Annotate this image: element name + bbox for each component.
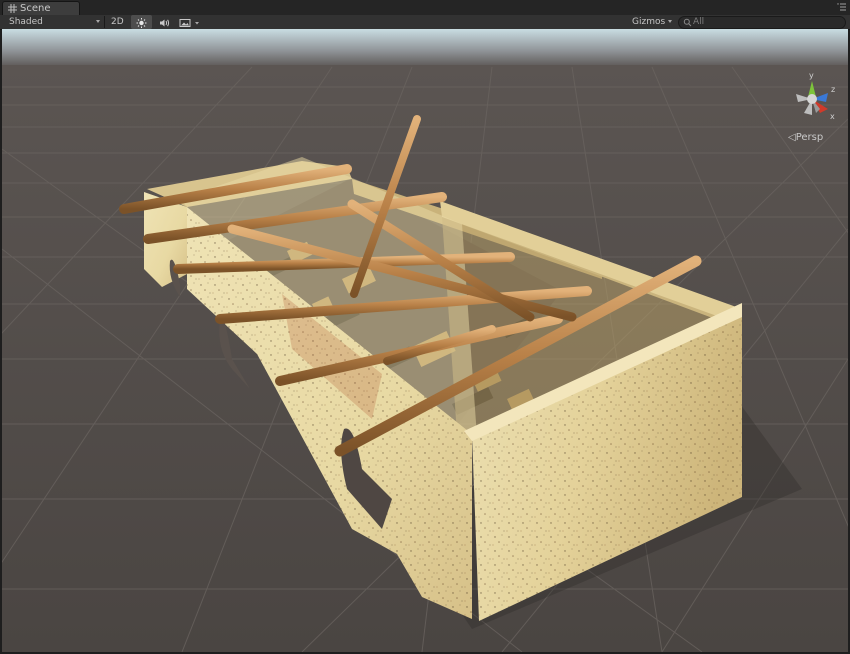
scene-grid-icon (8, 4, 17, 13)
gizmos-dropdown[interactable]: Gizmos (628, 15, 676, 29)
gizmos-label: Gizmos (632, 17, 666, 27)
chevron-down-icon (96, 20, 100, 23)
scene-view-render (2, 29, 848, 652)
scene-audio-toggle[interactable] (154, 15, 175, 29)
orientation-gizmo[interactable]: y z x (782, 69, 842, 125)
axis-label-x: x (830, 112, 835, 121)
scene-toolbar: Shaded 2D Gizmos All (0, 15, 850, 30)
persp-label: ◁Persp (788, 132, 824, 143)
search-input: All (693, 17, 705, 27)
mode-2d-button[interactable]: 2D (105, 15, 129, 29)
axis-label-z: z (831, 85, 835, 94)
shading-mode-dropdown[interactable]: Shaded (0, 15, 104, 29)
sun-icon (136, 18, 147, 28)
image-icon (179, 19, 199, 27)
tab-label: Scene (20, 3, 51, 14)
projection-toggle[interactable]: ◁Persp (788, 132, 823, 144)
search-field[interactable]: All (678, 16, 846, 29)
scene-effects-dropdown[interactable] (176, 15, 203, 29)
speaker-icon (160, 19, 170, 27)
tab-scene[interactable]: Scene (2, 1, 80, 16)
search-icon (683, 18, 692, 27)
scene-lighting-toggle[interactable] (131, 15, 152, 29)
shading-mode-label: Shaded (9, 17, 43, 27)
chevron-down-icon (668, 20, 672, 23)
mode-2d-label: 2D (111, 17, 124, 27)
axis-label-y: y (809, 71, 814, 80)
panel-menu-icon[interactable] (837, 3, 846, 11)
scene-viewport[interactable]: y z x ◁Persp (2, 29, 848, 652)
tab-bar: Scene (0, 0, 850, 16)
scene-window: Scene Shaded 2D Gizmos All y z x ◁Persp (0, 0, 850, 654)
